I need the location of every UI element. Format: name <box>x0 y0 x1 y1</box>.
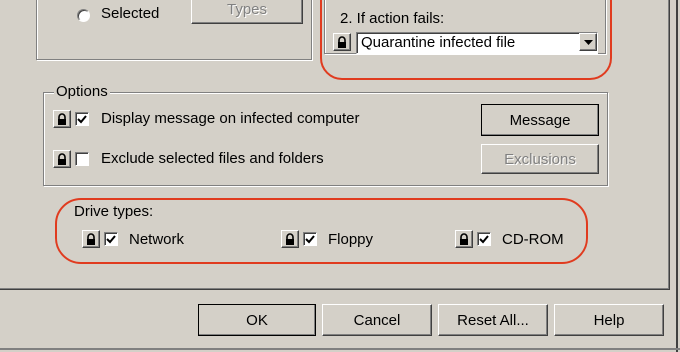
window-right-edge <box>676 0 678 352</box>
cancel-button[interactable]: Cancel <box>322 304 432 336</box>
tab-panel-edge <box>0 0 670 290</box>
help-button[interactable]: Help <box>554 304 664 336</box>
ok-button[interactable]: OK <box>198 304 316 336</box>
reset-all-button[interactable]: Reset All... <box>438 304 548 336</box>
window-bottom-edge <box>0 348 680 350</box>
